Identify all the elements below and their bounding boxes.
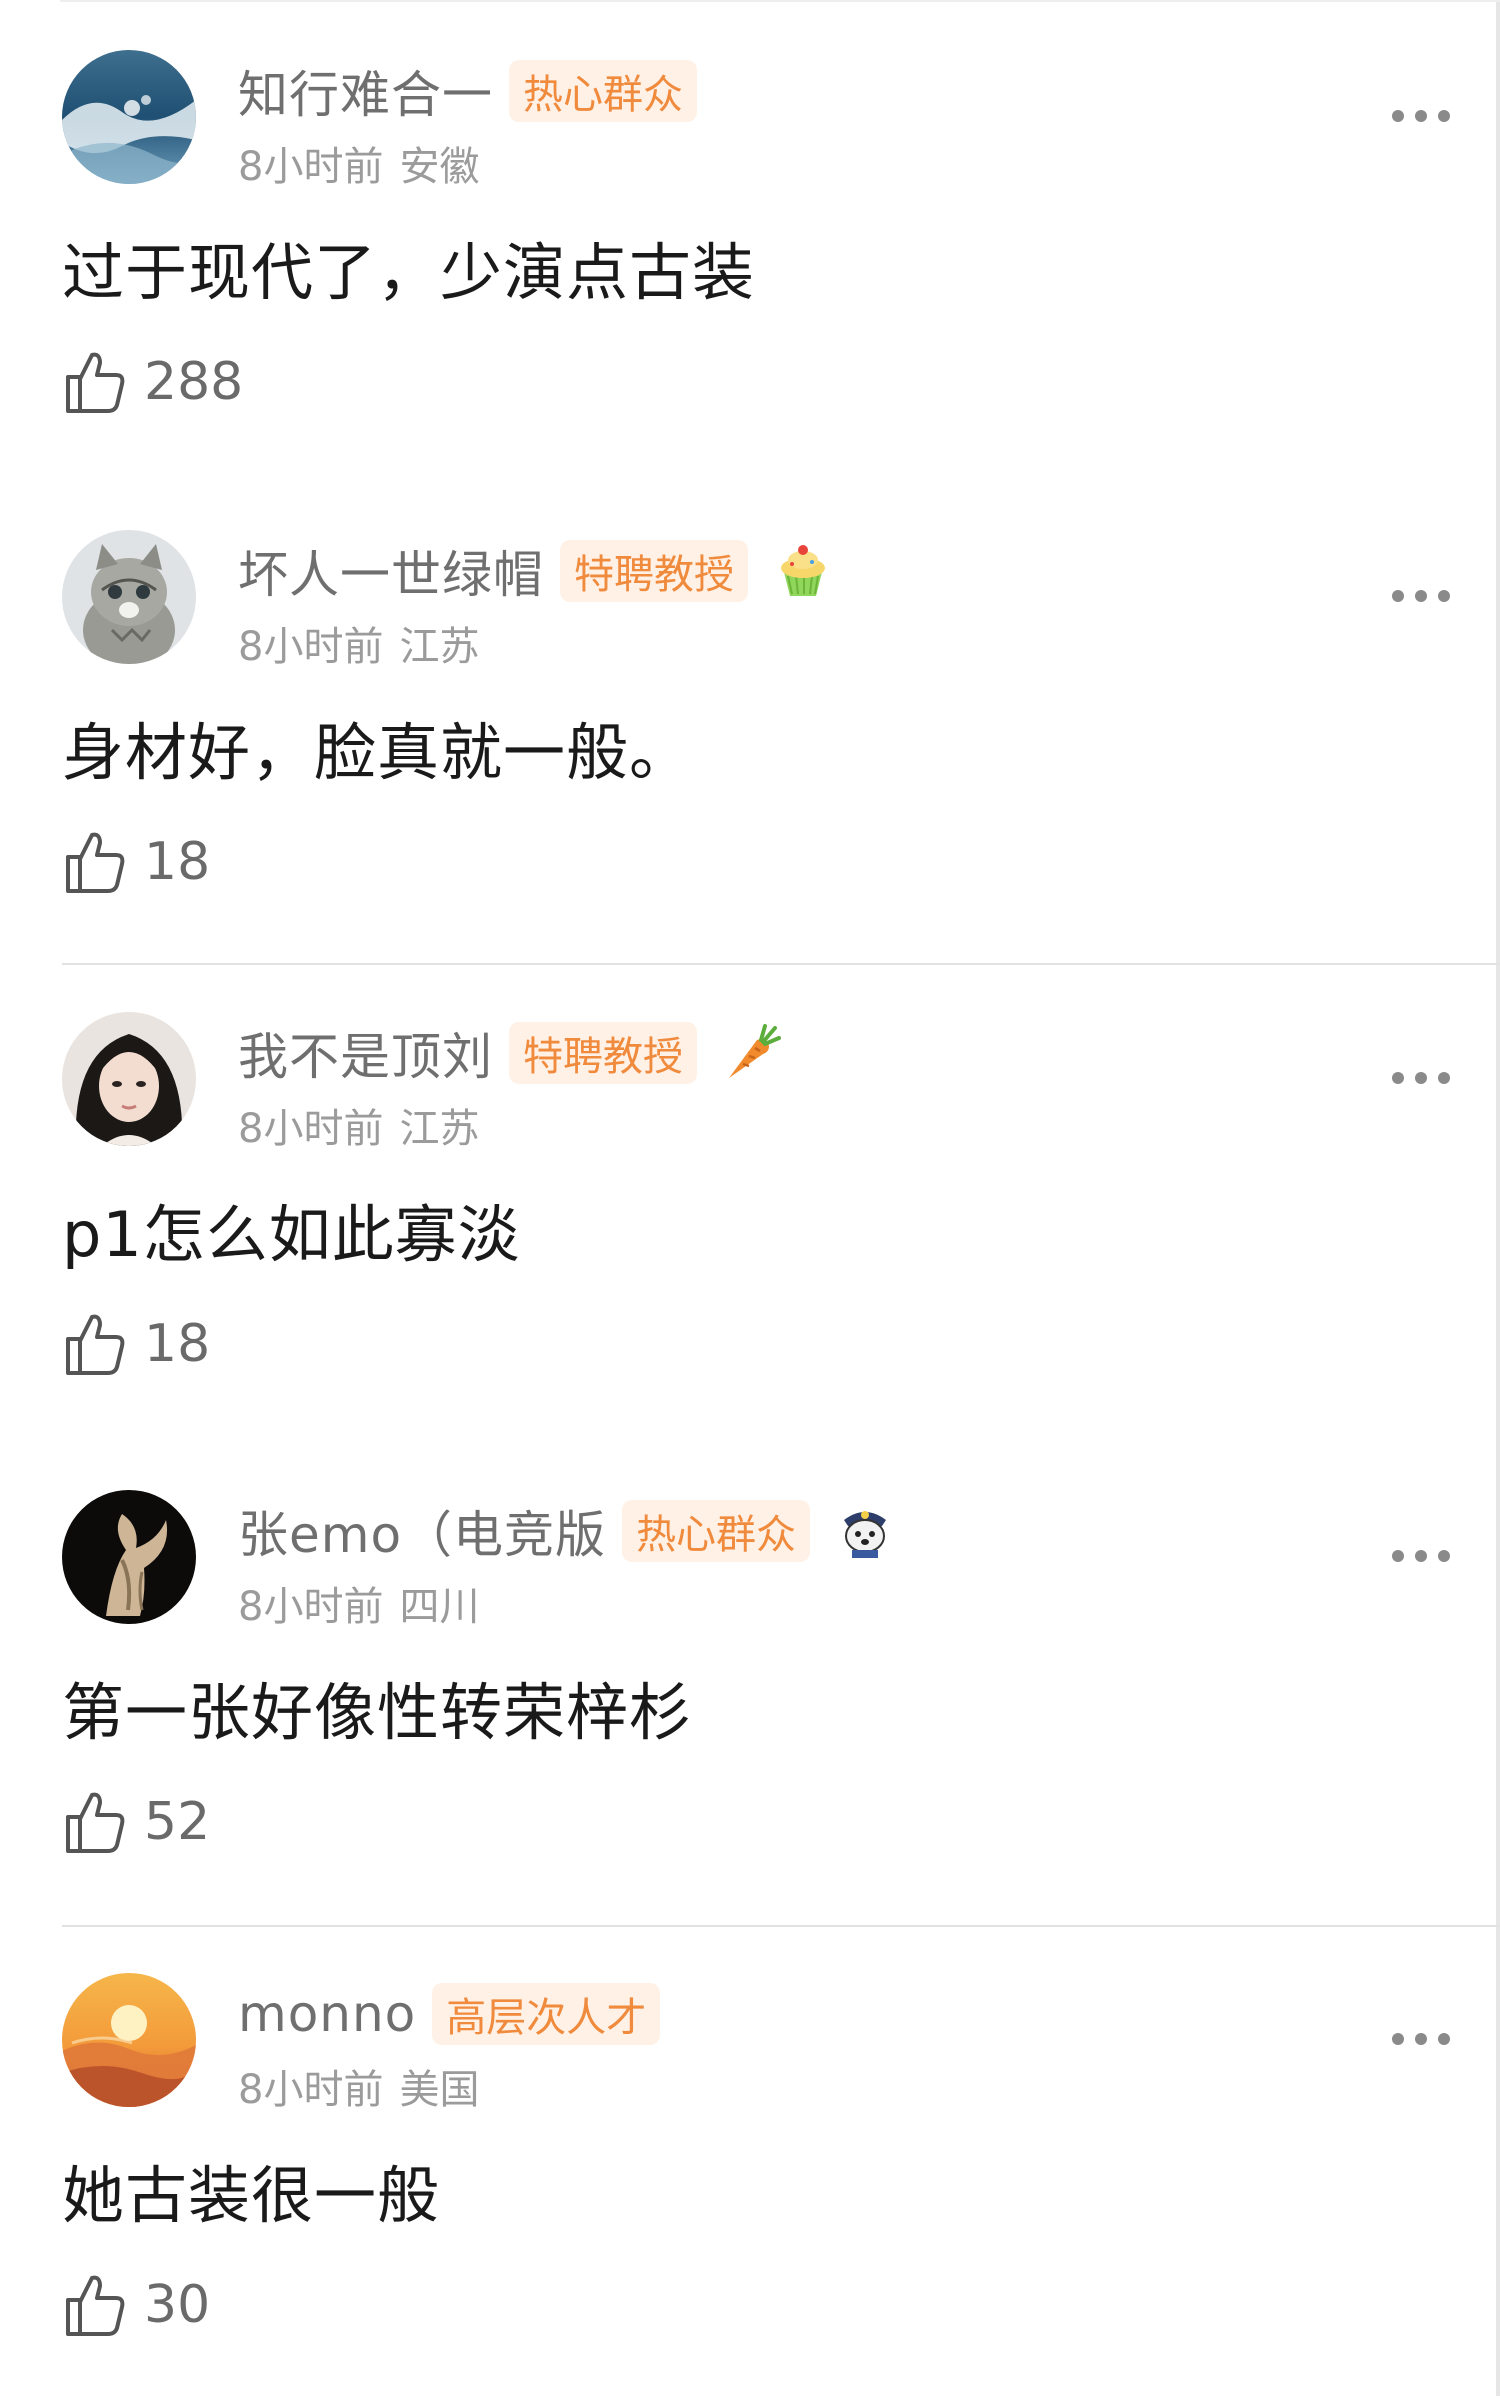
like-count: 288 <box>144 352 244 412</box>
username[interactable]: 坏人一世绿帽 <box>238 535 544 607</box>
user-info-row: monno 高层次人才 <box>238 1981 661 2047</box>
user-badge[interactable]: 特聘教授 <box>509 1022 697 1084</box>
like-count: 18 <box>144 832 211 892</box>
comment-item: 坏人一世绿帽 特聘教授 8小时前 江苏 身材好，脸真就一般。 18 <box>0 480 1496 960</box>
username[interactable]: 知行难合一 <box>238 55 493 127</box>
comment-location: 江苏 <box>399 1106 480 1152</box>
comment-location: 美国 <box>399 2067 480 2113</box>
more-options-icon[interactable] <box>1390 1066 1452 1090</box>
comment-meta: 8小时前 江苏 <box>238 614 479 672</box>
sunset-avatar[interactable] <box>62 1973 196 2107</box>
comment-text: 过于现代了，少演点古装 <box>62 236 756 309</box>
user-badge[interactable]: 热心群众 <box>509 60 697 122</box>
comment-meta: 8小时前 安徽 <box>238 134 479 192</box>
comment-time: 8小时前 <box>238 624 384 670</box>
comment-list-page: 知行难合一 热心群众 8小时前 安徽 过于现代了，少演点古装 288 坏人一世绿… <box>0 0 1500 2396</box>
cupcake-icon <box>781 545 825 596</box>
user-info-row: 张emo（电竞版 热心群众 <box>238 1498 894 1564</box>
thumbs-up-icon <box>66 1314 125 1375</box>
like-button[interactable]: 18 <box>64 826 210 898</box>
comment-location: 安徽 <box>399 144 480 190</box>
thumbs-up-icon <box>66 1792 125 1853</box>
like-button[interactable]: 18 <box>64 1308 210 1380</box>
user-info-row: 坏人一世绿帽 特聘教授 <box>238 538 832 604</box>
comment-meta: 8小时前 江苏 <box>238 1096 479 1154</box>
thumbs-up-icon <box>66 2275 125 2336</box>
like-button[interactable]: 52 <box>64 1786 210 1858</box>
username[interactable]: 我不是顶刘 <box>238 1017 493 1089</box>
sculpture-avatar[interactable] <box>62 1490 196 1624</box>
comment-location: 江苏 <box>399 624 480 670</box>
comment-meta: 8小时前 四川 <box>238 1574 479 1632</box>
more-options-icon[interactable] <box>1390 584 1452 608</box>
comment-time: 8小时前 <box>238 2067 384 2113</box>
thumbs-up-icon <box>66 352 125 413</box>
more-options-icon[interactable] <box>1390 1544 1452 1568</box>
ocean-wave-avatar[interactable] <box>62 50 196 184</box>
kitten-avatar[interactable] <box>62 530 196 664</box>
user-badge[interactable]: 高层次人才 <box>432 1983 661 2045</box>
comment-text: p1怎么如此寡淡 <box>62 1198 521 1271</box>
comment-meta: 8小时前 美国 <box>238 2057 479 2115</box>
user-badge[interactable]: 特聘教授 <box>560 540 748 602</box>
like-button[interactable]: 30 <box>64 2269 210 2341</box>
comment-location: 四川 <box>399 1584 480 1630</box>
like-count: 30 <box>144 2275 211 2335</box>
comment-time: 8小时前 <box>238 144 384 190</box>
comment-time: 8小时前 <box>238 1584 384 1630</box>
comment-text: 第一张好像性转荣梓杉 <box>62 1676 693 1749</box>
comment-item: monno 高层次人才 8小时前 美国 她古装很一般 30 <box>0 1923 1496 2403</box>
like-count: 52 <box>144 1792 211 1852</box>
comment-item: 我不是顶刘 特聘教授 8小时前 江苏 p1怎么如此寡淡 18 <box>0 962 1496 1442</box>
username[interactable]: monno <box>238 1985 416 2043</box>
comment-time: 8小时前 <box>238 1106 384 1152</box>
comment-item: 张emo（电竞版 热心群众 8小时前 四川 第一张好像性转荣梓杉 52 <box>0 1440 1496 1920</box>
more-options-icon[interactable] <box>1390 2027 1452 2051</box>
like-button[interactable]: 288 <box>64 346 243 418</box>
user-badge[interactable]: 热心群众 <box>622 1500 811 1562</box>
woman-portrait-avatar[interactable] <box>62 1012 196 1146</box>
comment-text: 身材好，脸真就一般。 <box>62 716 693 789</box>
like-count: 18 <box>144 1314 211 1374</box>
police-dog-icon <box>844 1511 887 1558</box>
user-info-row: 我不是顶刘 特聘教授 <box>238 1020 781 1086</box>
right-edge-border <box>1496 0 1500 2396</box>
more-options-icon[interactable] <box>1390 104 1452 128</box>
carrot-icon <box>729 1024 781 1078</box>
user-info-row: 知行难合一 热心群众 <box>238 58 697 124</box>
comment-text: 她古装很一般 <box>62 2159 441 2232</box>
thumbs-up-icon <box>66 832 125 893</box>
username[interactable]: 张emo（电竞版 <box>238 1495 606 1567</box>
comment-item: 知行难合一 热心群众 8小时前 安徽 过于现代了，少演点古装 288 <box>0 0 1496 480</box>
